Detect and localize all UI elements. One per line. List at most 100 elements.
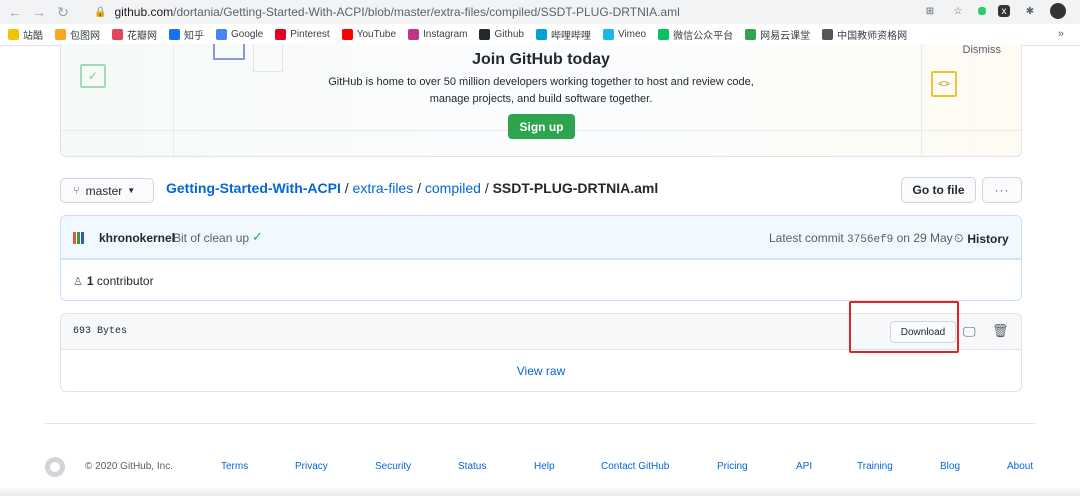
bookmark-item[interactable]: Pinterest (275, 29, 330, 40)
extension-dark-icon[interactable]: x (998, 5, 1010, 17)
bookmark-item[interactable]: 网易云课堂 (745, 27, 810, 42)
download-highlight-box (849, 301, 959, 353)
caret-down-icon: ▼ (127, 186, 136, 195)
footer-copyright: © 2020 GitHub, Inc. (85, 461, 173, 472)
bookmark-favicon-icon (658, 29, 670, 40)
bookmark-item[interactable]: 微信公众平台 (658, 27, 733, 42)
reload-icon[interactable]: ↻ (54, 3, 72, 21)
footer-link[interactable]: Blog (940, 461, 960, 472)
contributors-link[interactable]: ♙ 1 contributor (73, 274, 154, 288)
author-avatar[interactable] (73, 232, 87, 244)
footer-link[interactable]: Pricing (717, 461, 748, 472)
footer-link[interactable]: Training (857, 461, 893, 472)
bookmark-label: 网易云课堂 (760, 31, 811, 42)
footer-link[interactable]: Contact GitHub (601, 461, 669, 472)
bookmark-label: 站酷 (23, 31, 43, 42)
bookmark-favicon-icon (112, 29, 123, 40)
view-raw-link[interactable]: View raw (61, 364, 1021, 378)
bookmark-favicon-icon (8, 29, 19, 40)
star-icon[interactable]: ☆ (950, 3, 966, 19)
bookmark-item[interactable]: 站酷 (8, 27, 43, 42)
commit-message-link[interactable]: Bit of clean up (173, 231, 249, 245)
bookmark-item[interactable]: 知乎 (169, 27, 204, 42)
bookmarks-more-icon[interactable]: » (1058, 28, 1064, 40)
commit-box: khronokernel Bit of clean up ✓ Latest co… (60, 215, 1022, 301)
footer-divider (45, 423, 1035, 424)
branch-icon: ⑂ (73, 184, 80, 197)
bookmark-item[interactable]: 中国教师资格网 (822, 27, 907, 42)
bookmark-label: Pinterest (290, 29, 330, 40)
bookmark-label: 包图网 (70, 31, 100, 42)
extension-green-icon[interactable] (978, 7, 986, 15)
bookmark-item[interactable]: Instagram (408, 29, 467, 40)
bookmark-favicon-icon (341, 29, 353, 40)
forward-arrow-icon[interactable]: → (30, 3, 48, 21)
footer: © 2020 GitHub, Inc. Terms Privacy Security… (45, 456, 1035, 477)
url-path: /dortania/Getting-Started-With-ACPI/blob… (173, 5, 680, 19)
commit-date: on 29 May (896, 231, 953, 245)
window-bottom-edge (0, 486, 1080, 496)
footer-link[interactable]: Status (458, 461, 486, 472)
people-icon: ♙ (73, 275, 83, 288)
bookmark-item[interactable]: 花瓣网 (112, 27, 157, 42)
back-arrow-icon[interactable]: ← (6, 3, 24, 21)
bookmark-label: Google (231, 29, 264, 40)
puzzle-icon[interactable]: ✱ (1022, 3, 1038, 19)
more-options-button[interactable]: ··· (982, 177, 1022, 203)
footer-link[interactable]: Security (375, 461, 411, 472)
bookmark-favicon-icon (745, 29, 757, 40)
bookmark-favicon-icon (408, 29, 420, 40)
translate-icon[interactable]: ⊞ (922, 3, 938, 19)
breadcrumb-separator: / (484, 180, 489, 196)
banner-description: GitHub is home to over 50 million develo… (61, 74, 1021, 108)
bookmark-item[interactable]: Vimeo (602, 29, 646, 40)
desktop-icon[interactable]: 🖵 (963, 324, 976, 340)
dismiss-button[interactable]: Dismiss (963, 44, 1002, 56)
address-bar[interactable]: github.com/dortania/Getting-Started-With… (114, 5, 679, 19)
bookmark-label: 中国教师资格网 (837, 31, 908, 42)
bookmark-item[interactable]: Github (479, 29, 524, 40)
latest-commit-header: khronokernel Bit of clean up ✓ Latest co… (61, 216, 1021, 259)
footer-link[interactable]: Privacy (295, 461, 328, 472)
banner-line-2: manage projects, and build software toge… (429, 93, 653, 105)
trash-icon[interactable]: 🗑 (992, 323, 1009, 339)
profile-avatar-icon[interactable] (1050, 3, 1066, 19)
bookmark-item[interactable]: Google (216, 29, 263, 40)
bookmark-favicon-icon (55, 29, 66, 40)
history-link[interactable]: ⏲ History (954, 231, 1009, 246)
footer-link[interactable]: Help (534, 461, 555, 472)
bookmark-label: 微信公众平台 (673, 31, 734, 42)
breadcrumb-repo-link[interactable]: Getting-Started-With-ACPI (166, 180, 341, 196)
commit-author-link[interactable]: khronokernel (99, 231, 175, 245)
latest-commit-info: Latest commit 3756ef9 on 29 May (769, 231, 953, 246)
lock-icon: 🔒 (94, 6, 107, 18)
bookmark-item[interactable]: 包图网 (55, 27, 100, 42)
signup-button[interactable]: Sign up (508, 114, 575, 139)
github-logo-icon[interactable] (45, 457, 65, 477)
breadcrumb-folder-link[interactable]: compiled (425, 180, 481, 196)
commit-sha-link[interactable]: 3756ef9 (847, 234, 893, 246)
footer-link[interactable]: Terms (221, 461, 248, 472)
breadcrumb-folder-link[interactable]: extra-files (353, 180, 414, 196)
go-to-file-button[interactable]: Go to file (901, 177, 976, 203)
bookmark-item[interactable]: 哔哩哔哩 (535, 27, 591, 42)
bookmark-favicon-icon (169, 29, 180, 40)
breadcrumb: Getting-Started-With-ACPI / extra-files … (166, 180, 658, 196)
url-host: github.com (114, 5, 174, 19)
footer-link[interactable]: About (1007, 461, 1033, 472)
footer-link[interactable]: API (796, 461, 812, 472)
contributor-count: 1 (86, 274, 94, 288)
bookmarks-bar: 站酷 包图网 花瓣网 知乎 Google Pinterest YouTube Instagra… (0, 24, 1080, 46)
bookmark-label: 花瓣网 (127, 31, 157, 42)
contributors-row: ♙ 1 contributor (61, 259, 1021, 300)
check-icon[interactable]: ✓ (252, 229, 263, 245)
bookmark-favicon-icon (216, 29, 227, 40)
branch-name: master (85, 183, 123, 198)
bookmark-item[interactable]: YouTube (341, 29, 396, 40)
bookmark-label: Instagram (423, 29, 468, 40)
branch-select-button[interactable]: ⑂ master ▼ (60, 178, 154, 203)
bookmark-label: 哔哩哔哩 (550, 31, 591, 42)
latest-commit-label: Latest commit (769, 231, 844, 245)
bookmark-favicon-icon (275, 29, 287, 40)
breadcrumb-separator: / (344, 180, 349, 196)
